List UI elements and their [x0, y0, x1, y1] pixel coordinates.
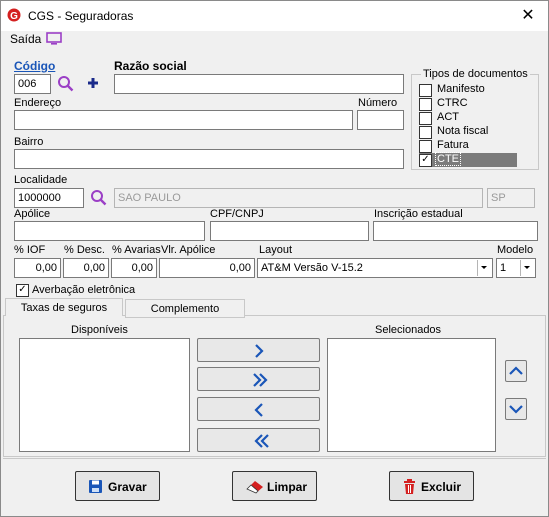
- gravar-label: Gravar: [108, 480, 147, 494]
- modelo-value: 1: [500, 262, 507, 274]
- close-icon[interactable]: ✕: [517, 6, 539, 26]
- modelo-label: Modelo: [497, 244, 534, 256]
- chevron-down-icon: [509, 405, 523, 414]
- averbacao-label: Averbação eletrônica: [32, 284, 136, 296]
- modelo-select[interactable]: 1: [496, 258, 536, 278]
- tab-taxas-de-seguros[interactable]: Taxas de seguros: [5, 298, 123, 316]
- localidade-code-input[interactable]: 1000000: [14, 188, 84, 208]
- vlr-apolice-label: Vlr. Apólice: [161, 244, 216, 256]
- excluir-label: Excluir: [421, 480, 462, 494]
- checkbox-label: Fatura: [437, 139, 469, 151]
- checkbox-nota-fiscal[interactable]: Nota fiscal: [419, 125, 517, 139]
- inscricao-estadual-label: Inscrição estadual: [374, 208, 463, 220]
- limpar-label: Limpar: [267, 480, 308, 494]
- check-icon[interactable]: ✓: [419, 154, 432, 167]
- search-icon[interactable]: [57, 75, 74, 92]
- app-logo-icon: G: [7, 8, 21, 22]
- vlr-apolice-input[interactable]: 0,00: [159, 258, 255, 278]
- trash-icon: [404, 479, 415, 494]
- footer-divider: [3, 458, 546, 459]
- remove-one-button[interactable]: [197, 397, 320, 421]
- layout-select[interactable]: AT&M Versão V-15.2: [257, 258, 493, 278]
- selecionados-list[interactable]: [327, 338, 496, 452]
- localidade-label: Localidade: [14, 174, 68, 186]
- checkbox-fatura[interactable]: Fatura: [419, 139, 517, 153]
- checkbox-cte[interactable]: ✓ CTE: [419, 152, 517, 167]
- cpf-cnpj-label: CPF/CNPJ: [210, 208, 264, 220]
- add-all-button[interactable]: [197, 367, 320, 391]
- eraser-icon: [246, 481, 263, 494]
- checkbox-box[interactable]: [419, 140, 432, 153]
- main-window: G CGS - Seguradoras ✕ Saída Código 006 R…: [0, 0, 549, 517]
- desc-input[interactable]: 0,00: [63, 258, 109, 278]
- chevron-right-icon: [255, 344, 264, 358]
- chevron-up-icon: [509, 366, 523, 375]
- limpar-button[interactable]: Limpar: [232, 471, 317, 501]
- checkbox-label: Manifesto: [437, 83, 485, 95]
- double-chevron-right-icon: [253, 373, 268, 387]
- tipos-documentos-title: Tipos de documentos: [421, 68, 530, 80]
- localidade-city-field: SAO PAULO: [114, 188, 483, 208]
- razao-social-label: Razão social: [114, 59, 187, 73]
- numero-input[interactable]: [357, 110, 404, 130]
- chevron-down-icon[interactable]: [520, 260, 534, 276]
- layout-label: Layout: [259, 244, 293, 256]
- desc-label: % Desc.: [64, 244, 105, 256]
- inscricao-estadual-input[interactable]: [373, 221, 538, 241]
- codigo-input[interactable]: 006: [14, 74, 51, 94]
- save-icon: [89, 480, 102, 493]
- cpf-cnpj-input[interactable]: [210, 221, 369, 241]
- tab-complemento[interactable]: Complemento: [125, 299, 245, 318]
- chevron-down-icon[interactable]: [477, 260, 491, 276]
- search-icon[interactable]: [90, 189, 107, 206]
- apolice-label: Apólice: [14, 208, 51, 220]
- iof-input[interactable]: 0,00: [14, 258, 61, 278]
- monitor-icon[interactable]: [46, 32, 62, 45]
- apolice-input[interactable]: [14, 221, 205, 241]
- double-chevron-left-icon: [254, 434, 269, 448]
- checkbox-box[interactable]: [419, 126, 432, 139]
- razao-social-input[interactable]: [114, 74, 404, 94]
- bairro-input[interactable]: [14, 149, 404, 169]
- layout-value: AT&M Versão V-15.2: [261, 262, 363, 274]
- menu-saida[interactable]: Saída: [10, 32, 41, 46]
- checkbox-label: Nota fiscal: [437, 125, 489, 137]
- checkbox-box[interactable]: [419, 84, 432, 97]
- checkbox-label: CTE: [435, 152, 461, 166]
- excluir-button[interactable]: Excluir: [389, 471, 474, 501]
- checkbox-label: ACT: [437, 111, 459, 123]
- chevron-left-icon: [254, 403, 263, 417]
- remove-all-button[interactable]: [197, 428, 320, 452]
- checkbox-box[interactable]: [419, 98, 432, 111]
- avarias-input[interactable]: 0,00: [111, 258, 157, 278]
- checkbox-act[interactable]: ACT: [419, 111, 517, 125]
- checkbox-box[interactable]: [419, 112, 432, 125]
- title-bar: G CGS - Seguradoras ✕: [1, 1, 548, 31]
- avarias-label: % Avarias: [112, 244, 161, 256]
- add-icon[interactable]: [87, 77, 99, 89]
- disponiveis-label: Disponíveis: [71, 324, 128, 336]
- selecionados-label: Selecionados: [375, 324, 442, 336]
- averbacao-checkbox[interactable]: ✓: [16, 284, 29, 297]
- iof-label: % IOF: [14, 244, 46, 256]
- checkbox-label: CTRC: [437, 97, 468, 109]
- checkbox-manifesto[interactable]: Manifesto: [419, 83, 517, 97]
- move-down-button[interactable]: [505, 398, 527, 420]
- endereco-input[interactable]: [14, 110, 353, 130]
- endereco-label: Endereço: [14, 97, 62, 109]
- disponiveis-list[interactable]: [19, 338, 190, 452]
- window-title: CGS - Seguradoras: [28, 9, 134, 23]
- gravar-button[interactable]: Gravar: [75, 471, 160, 501]
- codigo-label: Código: [14, 59, 56, 73]
- numero-label: Número: [358, 97, 398, 109]
- add-one-button[interactable]: [197, 338, 320, 362]
- bairro-label: Bairro: [14, 136, 44, 148]
- localidade-uf-field: SP: [487, 188, 535, 208]
- checkbox-ctrc[interactable]: CTRC: [419, 97, 517, 111]
- move-up-button[interactable]: [505, 360, 527, 382]
- svg-text:G: G: [10, 11, 18, 22]
